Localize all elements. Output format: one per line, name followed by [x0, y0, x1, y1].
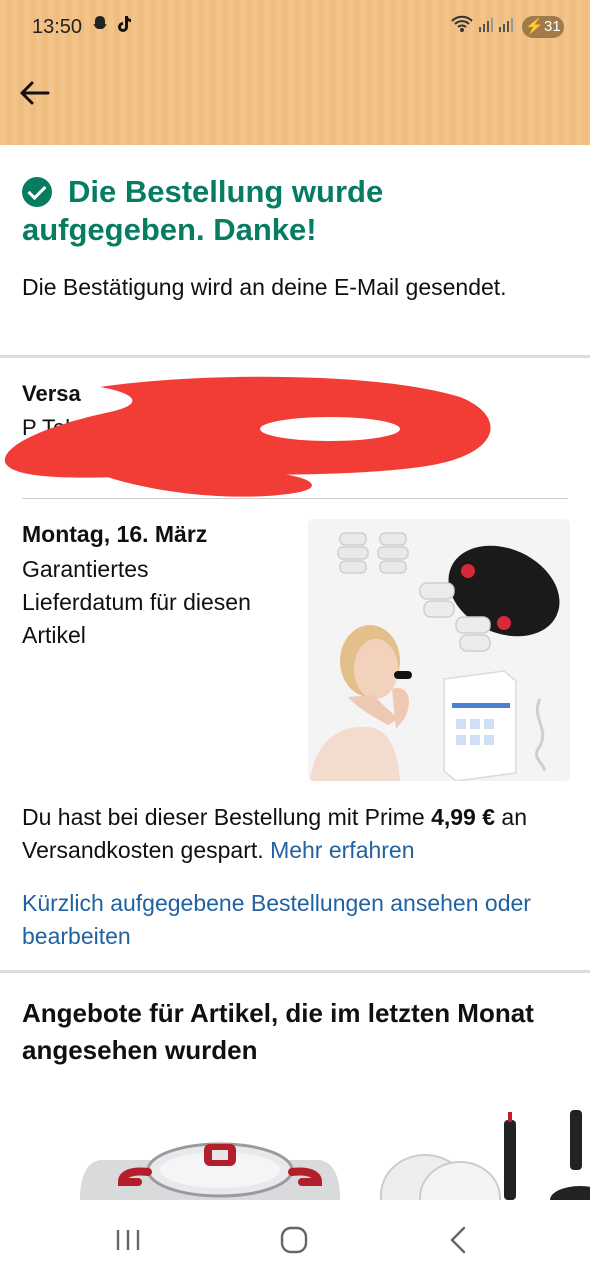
- status-bar: 13:50 ⚡31: [0, 0, 590, 55]
- delivery-guarantee-text: Garantiertes Lieferdatum für diesen Arti…: [22, 556, 251, 648]
- back-icon[interactable]: [440, 1220, 480, 1260]
- savings-prefix: Du hast bei dieser Bestellung mit Prime: [22, 804, 432, 830]
- pot-product-thumbnail: [80, 1142, 340, 1200]
- product-image[interactable]: [308, 519, 570, 781]
- section-divider: [0, 355, 590, 358]
- check-circle-icon: [22, 177, 52, 207]
- app-header: 13:50 ⚡31: [0, 0, 590, 145]
- offer-carousel[interactable]: [0, 1110, 590, 1200]
- pan-set-thumbnail: [380, 1110, 590, 1200]
- recent-apps-icon[interactable]: [108, 1220, 148, 1260]
- status-time: 13:50: [32, 16, 83, 38]
- confirmation-title: Die Bestellung wurde aufgegeben. Danke!: [22, 174, 384, 247]
- product-box: [443, 670, 517, 781]
- signal-icon: [498, 14, 514, 40]
- confirmation-heading: Die Bestellung wurde aufgegeben. Danke!: [22, 173, 562, 249]
- home-icon[interactable]: [274, 1220, 314, 1260]
- battery-charging-icon: ⚡31: [522, 16, 564, 38]
- redaction-scribble: [4, 376, 491, 497]
- back-arrow-icon[interactable]: [16, 75, 56, 115]
- order-confirmation-page: Die Bestellung wurde aufgegeben. Danke! …: [0, 145, 590, 1200]
- signal-icon: [478, 14, 494, 40]
- view-recent-orders-link[interactable]: Kürzlich aufgegebene Bestellungen ansehe…: [22, 887, 567, 953]
- offers-title: Angebote für Artikel, die im letzten Mon…: [22, 998, 534, 1065]
- learn-more-link[interactable]: Mehr erfahren: [270, 837, 414, 863]
- delivery-date: Montag, 16. März: [22, 521, 208, 547]
- wifi-icon: [450, 14, 474, 40]
- battery-level: 31: [544, 18, 561, 35]
- savings-amount: 4,99 €: [431, 804, 496, 830]
- snapchat-icon: [90, 14, 110, 40]
- section-divider: [0, 970, 590, 973]
- section-divider: [22, 498, 568, 499]
- prime-savings-text: Du hast bei dieser Bestellung mit Prime …: [22, 801, 567, 867]
- confirmation-subtitle: Die Bestätigung wird an deine E-Mail ges…: [22, 274, 507, 300]
- tiktok-icon: [114, 14, 134, 40]
- system-nav-bar: [0, 1200, 590, 1280]
